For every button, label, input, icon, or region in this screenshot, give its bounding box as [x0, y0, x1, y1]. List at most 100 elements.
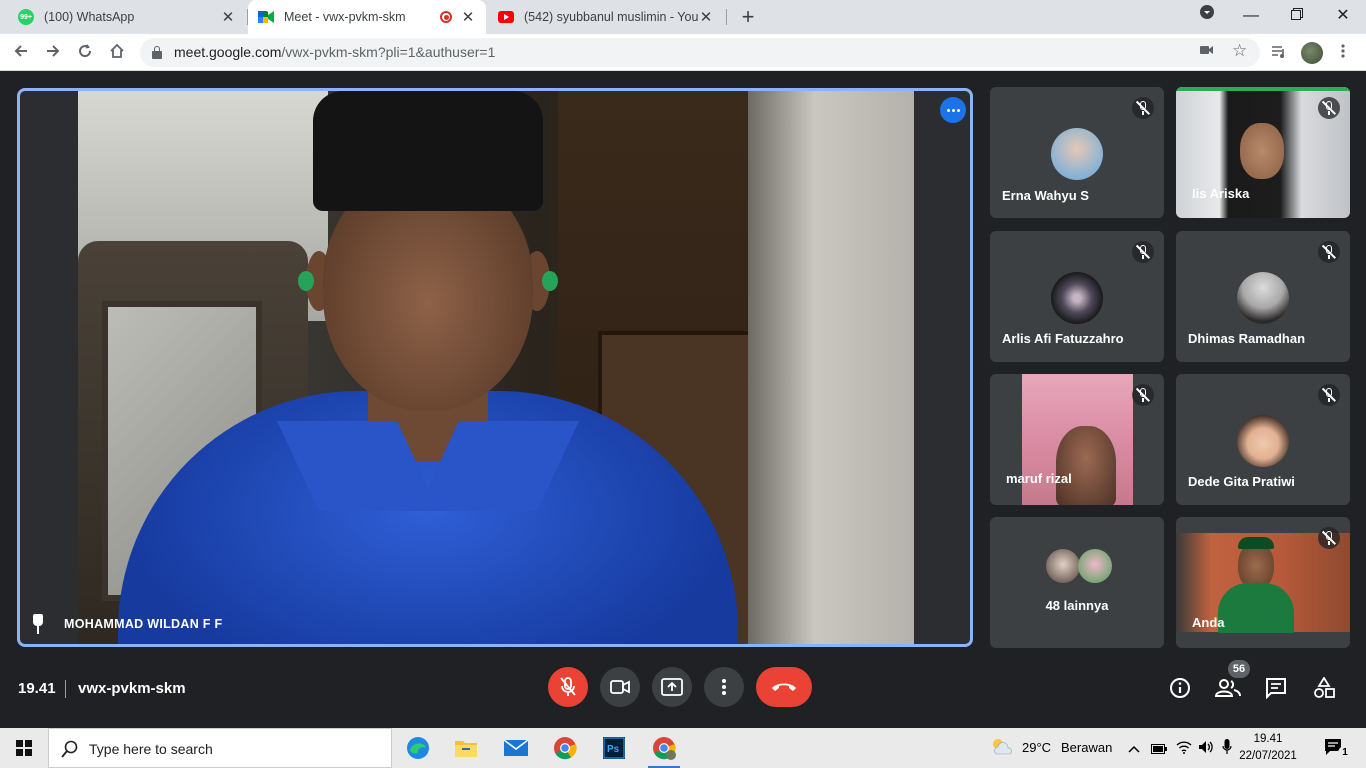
chrome-menu-icon[interactable]: [1330, 40, 1356, 66]
browser-toolbar: meet.google.com/vwx-pvkm-skm?pli=1&authu…: [0, 34, 1366, 71]
participant-tile[interactable]: Iis Ariska: [1176, 87, 1350, 218]
search-icon: [61, 740, 78, 758]
tab-title: (100) WhatsApp: [44, 10, 135, 24]
tab-youtube[interactable]: (542) syubbanul muslimin - YouTube ✕: [488, 0, 724, 34]
avatar: [1051, 128, 1103, 180]
more-options-button[interactable]: [704, 667, 744, 707]
people-icon: [1215, 679, 1241, 697]
call-end-icon: [772, 683, 796, 691]
reload-button[interactable]: [72, 40, 98, 66]
clock-date: 22/07/2021: [1239, 750, 1297, 762]
file-explorer-icon[interactable]: [446, 732, 486, 764]
media-control-icon[interactable]: [1266, 40, 1292, 66]
others-count-label: 48 lainnya: [1045, 598, 1109, 613]
url-path: /vwx-pvkm-skm?pli=1&authuser=1: [281, 44, 496, 60]
minimize-button[interactable]: —: [1228, 0, 1274, 34]
weather-icon[interactable]: [990, 737, 1014, 760]
participant-name: Dede Gita Pratiwi: [1188, 474, 1295, 489]
close-icon[interactable]: ✕: [460, 8, 476, 26]
present-screen-button[interactable]: [652, 667, 692, 707]
taskbar-search[interactable]: Type here to search: [48, 728, 392, 768]
mic-off-icon: [1318, 241, 1340, 263]
volume-icon[interactable]: [1198, 740, 1214, 757]
restore-button[interactable]: [1274, 0, 1320, 34]
google-meet-icon: [258, 9, 274, 25]
microphone-icon[interactable]: [1222, 739, 1232, 758]
mail-icon[interactable]: [496, 732, 536, 764]
self-tile[interactable]: Anda: [1176, 517, 1350, 648]
participant-tile[interactable]: Dhimas Ramadhan: [1176, 231, 1350, 362]
chat-button[interactable]: [1263, 675, 1289, 701]
others-tile[interactable]: 48 lainnya: [990, 517, 1164, 648]
windows-start-icon[interactable]: [16, 740, 32, 756]
forward-button[interactable]: [40, 40, 66, 66]
tab-divider: [726, 9, 727, 25]
back-button[interactable]: [8, 40, 34, 66]
tab-whatsapp[interactable]: 99+ (100) WhatsApp ✕: [8, 0, 246, 34]
weather-desc[interactable]: Berawan: [1061, 740, 1112, 755]
chat-icon: [1266, 678, 1286, 699]
mic-off-icon: [1132, 241, 1154, 263]
browser-tabstrip: 99+ (100) WhatsApp ✕ Meet - vwx-pvkm-skm…: [0, 0, 1366, 34]
participant-name: Dhimas Ramadhan: [1188, 331, 1306, 346]
participant-tile[interactable]: Erna Wahyu S: [990, 87, 1164, 218]
bookmark-star-icon[interactable]: ☆: [1232, 41, 1247, 61]
weather-temp[interactable]: 29°C: [1022, 740, 1051, 755]
meeting-info-divider: [65, 680, 66, 698]
more-options-button[interactable]: [940, 97, 966, 123]
participant-tile[interactable]: maruf rizal: [990, 374, 1164, 505]
edge-icon[interactable]: [398, 732, 438, 764]
chevron-up-icon[interactable]: [1128, 741, 1140, 756]
whatsapp-icon: 99+: [18, 9, 34, 25]
address-bar[interactable]: meet.google.com/vwx-pvkm-skm?pli=1&authu…: [140, 38, 1260, 67]
tab-title: Meet - vwx-pvkm-skm: [284, 10, 406, 24]
pin-icon[interactable]: [30, 614, 46, 636]
clock-time: 19.41: [1253, 733, 1283, 745]
people-button[interactable]: [1215, 675, 1241, 701]
end-call-button[interactable]: [756, 667, 812, 707]
participant-count-badge: 56: [1228, 660, 1250, 678]
avatar: [1051, 272, 1103, 324]
youtube-icon: [498, 9, 514, 25]
new-tab-button[interactable]: +: [736, 4, 760, 30]
home-button[interactable]: [104, 40, 130, 66]
meeting-time: 19.41: [18, 680, 56, 697]
mic-toggle-button[interactable]: [548, 667, 588, 707]
participant-name: maruf rizal: [1006, 471, 1072, 486]
url-text: meet.google.com/vwx-pvkm-skm?pli=1&authu…: [174, 44, 495, 60]
profile-avatar[interactable]: [1301, 42, 1323, 64]
avatar: [1237, 415, 1289, 467]
participant-tile[interactable]: Dede Gita Pratiwi: [1176, 374, 1350, 505]
notification-badge: 1: [1338, 746, 1352, 760]
activities-button[interactable]: [1311, 675, 1337, 701]
participant-name: Arlis Afi Fatuzzahro: [1002, 331, 1124, 346]
photoshop-icon[interactable]: Ps: [594, 732, 634, 764]
participant-tile[interactable]: Arlis Afi Fatuzzahro: [990, 231, 1164, 362]
videocam-icon: [610, 680, 630, 694]
close-window-button[interactable]: ✕: [1320, 0, 1366, 34]
mic-off-icon: [1318, 527, 1340, 549]
lock-icon[interactable]: [152, 46, 162, 59]
main-speaker-video: [78, 91, 914, 644]
avatar: [1237, 272, 1289, 324]
camera-permission-icon[interactable]: [1200, 43, 1214, 59]
tab-meet[interactable]: Meet - vwx-pvkm-skm ✕: [248, 0, 486, 34]
svg-text:Ps: Ps: [607, 744, 620, 755]
mic-off-icon: [1132, 384, 1154, 406]
close-icon[interactable]: ✕: [220, 8, 236, 26]
meeting-details-button[interactable]: [1167, 675, 1193, 701]
wifi-icon[interactable]: [1176, 740, 1192, 757]
tab-search-icon[interactable]: [1184, 0, 1230, 34]
participant-name: Erna Wahyu S: [1002, 188, 1089, 203]
others-avatars: [1044, 549, 1114, 583]
camera-toggle-button[interactable]: [600, 667, 640, 707]
close-icon[interactable]: ✕: [698, 8, 714, 26]
more-vert-icon: [722, 679, 726, 695]
chrome-icon[interactable]: [545, 732, 585, 764]
battery-icon[interactable]: [1151, 742, 1167, 757]
chrome-profile-icon[interactable]: [644, 732, 684, 768]
system-clock[interactable]: 19.41 22/07/2021: [1232, 731, 1304, 765]
meeting-code[interactable]: vwx-pvkm-skm: [78, 680, 186, 697]
info-icon: [1170, 678, 1190, 698]
main-speaker-tile[interactable]: MOHAMMAD WILDAN F F: [17, 88, 973, 647]
